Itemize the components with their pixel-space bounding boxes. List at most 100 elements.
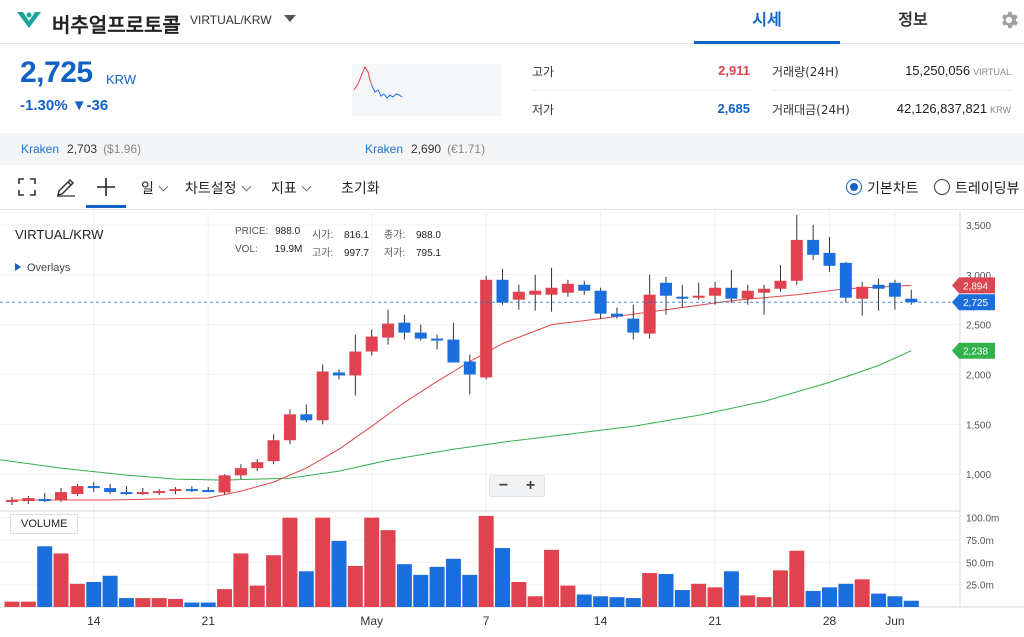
candle-body bbox=[545, 287, 558, 295]
candle-body bbox=[578, 284, 591, 291]
fullscreen-icon[interactable] bbox=[15, 175, 39, 199]
volume-bar bbox=[364, 517, 380, 607]
volume-bar bbox=[347, 565, 363, 607]
chevron-down-icon bbox=[241, 181, 251, 192]
candle-body bbox=[267, 440, 280, 462]
chart-symbol: VIRTUAL/KRW bbox=[15, 227, 104, 242]
basic-chart-radio[interactable] bbox=[846, 179, 862, 195]
mini-price-chart bbox=[352, 64, 501, 116]
candle-body bbox=[790, 239, 803, 281]
chart-settings-dropdown[interactable]: 차트설정 bbox=[185, 178, 251, 198]
legend-high-label: 고가: bbox=[312, 248, 334, 259]
overlays-toggle[interactable]: Overlays bbox=[15, 262, 70, 274]
volume-bar bbox=[445, 558, 461, 607]
volume-bar bbox=[20, 601, 36, 607]
price-tick-label: 2,500 bbox=[966, 321, 991, 332]
candle-body bbox=[447, 339, 460, 363]
volume-tick-label: 100.0m bbox=[966, 514, 999, 525]
low-value: 2,685 bbox=[717, 101, 750, 116]
exchange-price: 2,690 bbox=[411, 142, 442, 156]
volume-bar bbox=[331, 540, 347, 607]
candle-body bbox=[55, 492, 68, 501]
chevron-down-icon bbox=[158, 181, 169, 192]
zoom-controls: − + bbox=[489, 475, 545, 497]
amount-24h: 42,126,837,821 KRW bbox=[840, 101, 1011, 116]
exchange-name: Kraken bbox=[21, 142, 60, 156]
candle-body bbox=[382, 323, 395, 338]
amount-unit: KRW bbox=[990, 105, 1011, 115]
zoom-in-button[interactable]: + bbox=[517, 476, 544, 496]
volume-bar bbox=[69, 583, 85, 607]
volume-bar bbox=[511, 581, 527, 607]
exchange-name: Kraken bbox=[365, 142, 404, 156]
current-price-tag: 2,725 bbox=[963, 298, 988, 309]
gear-icon[interactable] bbox=[998, 9, 1020, 31]
price-tick-label: 2,000 bbox=[966, 370, 991, 381]
candle-body bbox=[38, 499, 51, 502]
volume-bar bbox=[233, 553, 249, 607]
legend-vol-value: 19.9M bbox=[274, 244, 303, 255]
legend-close: 종가: 988.0 bbox=[384, 226, 441, 241]
volume-bar bbox=[822, 587, 837, 607]
date-tick-label: 7 bbox=[483, 614, 490, 628]
candle-body bbox=[349, 351, 362, 376]
candle-body bbox=[202, 490, 215, 493]
candle-body bbox=[856, 286, 869, 299]
date-tick-label: 21 bbox=[708, 614, 722, 628]
candle-body bbox=[153, 491, 166, 494]
candle-body bbox=[333, 372, 345, 376]
coin-pair[interactable]: VIRTUAL/KRW bbox=[190, 13, 272, 27]
pencil-icon[interactable] bbox=[54, 175, 78, 199]
current-price: 2,725 bbox=[20, 56, 93, 89]
volume-bar bbox=[642, 573, 658, 607]
volume-bar bbox=[118, 598, 134, 607]
tradingview-label[interactable]: 트레이딩뷰 bbox=[955, 178, 1019, 198]
ma-short-line bbox=[12, 284, 912, 501]
price-chart-area[interactable]: 3,500 3,000 2,500 2,000 1,500 1,000 100.0m 75.0… bbox=[0, 211, 1024, 637]
candlestick-chart[interactable]: 3,5003,0002,5002,0001,5001,000100.0m75.0… bbox=[0, 211, 1024, 637]
exchange-item[interactable]: Kraken 2,690 (€1.71) bbox=[365, 133, 485, 165]
volume-bar bbox=[723, 571, 739, 607]
date-tick-label: 14 bbox=[87, 614, 101, 628]
period-label: 일 bbox=[141, 181, 154, 197]
volume-bar bbox=[527, 596, 543, 607]
tab-price[interactable]: 시세 bbox=[694, 0, 840, 44]
tradingview-radio[interactable] bbox=[934, 179, 950, 195]
candle-body bbox=[316, 371, 329, 421]
zoom-out-button[interactable]: − bbox=[490, 476, 517, 496]
chevron-down-icon bbox=[301, 181, 312, 192]
ma-short-tag: 2,894 bbox=[963, 281, 988, 292]
volume-bar bbox=[86, 581, 102, 607]
price-unit: KRW bbox=[106, 72, 137, 87]
volume-bar bbox=[740, 595, 756, 607]
candle-body bbox=[169, 489, 182, 492]
period-dropdown[interactable]: 일 bbox=[141, 178, 169, 198]
volume-unit: VIRTUAL bbox=[973, 67, 1011, 77]
coin-logo-icon bbox=[17, 12, 41, 28]
basic-chart-label[interactable]: 기본차트 bbox=[867, 178, 919, 198]
candle-body bbox=[823, 252, 836, 266]
legend-low-value: 795.1 bbox=[415, 248, 441, 259]
crosshair-icon[interactable] bbox=[94, 175, 118, 199]
pair-dropdown-icon[interactable] bbox=[284, 15, 296, 22]
volume-bar bbox=[315, 517, 331, 607]
tab-info[interactable]: 정보 bbox=[840, 0, 986, 44]
volume-value: 15,250,056 bbox=[905, 63, 971, 78]
candle-body bbox=[251, 462, 264, 469]
exchange-bar: Kraken 2,703 ($1.96) Kraken 2,690 (€1.71) bbox=[0, 133, 1024, 165]
indicators-dropdown[interactable]: 지표 bbox=[271, 178, 312, 198]
reset-button[interactable]: 초기화 bbox=[341, 178, 380, 198]
legend-open-value: 816.1 bbox=[343, 230, 369, 241]
candle-body bbox=[87, 486, 100, 489]
candle-body bbox=[660, 282, 672, 296]
price-tick-label: 1,500 bbox=[966, 420, 991, 431]
candle-body bbox=[709, 287, 722, 296]
price-tick-label: 3,500 bbox=[966, 221, 991, 232]
candle-body bbox=[300, 414, 313, 421]
coin-name: 버추얼프로토콜 bbox=[52, 13, 181, 37]
volume-bar bbox=[200, 602, 216, 607]
volume-bar bbox=[462, 574, 478, 607]
volume-bar bbox=[53, 553, 69, 607]
volume-bar bbox=[298, 571, 314, 607]
exchange-item[interactable]: Kraken 2,703 ($1.96) bbox=[21, 133, 141, 165]
